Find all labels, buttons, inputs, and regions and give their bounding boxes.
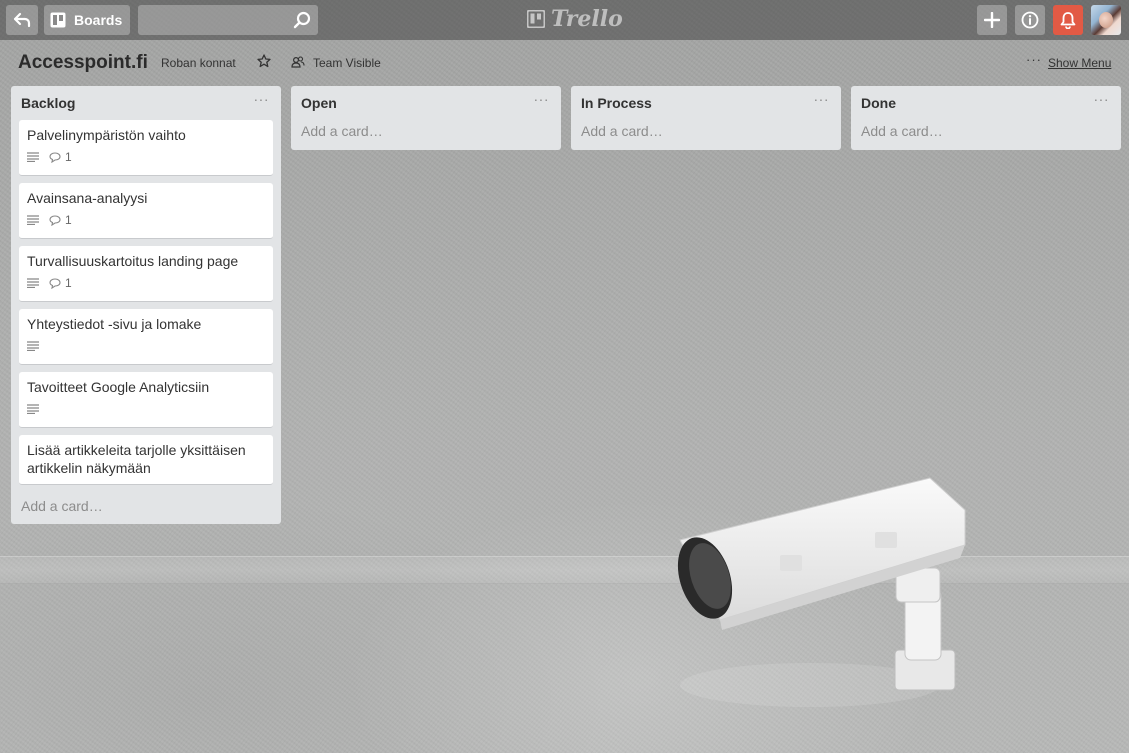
list-in-process: In Process ··· Add a card… [571, 86, 841, 150]
show-menu-link[interactable]: Show Menu [1048, 56, 1111, 70]
team-icon [291, 56, 305, 68]
add-card-link[interactable]: Add a card… [859, 120, 1113, 150]
comment-icon [49, 277, 61, 289]
comment-icon [49, 214, 61, 226]
list-header: Open ··· [299, 86, 553, 120]
top-header: Boards Trello [0, 0, 1129, 40]
card[interactable]: Tavoitteet Google Analyticsiin [19, 372, 273, 428]
comment-badge: 1 [49, 276, 72, 290]
trello-logo-icon [527, 10, 545, 28]
bell-icon [1060, 12, 1076, 29]
search-icon [294, 11, 311, 29]
add-card-link[interactable]: Add a card… [299, 120, 553, 150]
list-open: Open ··· Add a card… [291, 86, 561, 150]
card[interactable]: Turvallisuuskartoitus landing page 1 [19, 246, 273, 302]
list-header: Done ··· [859, 86, 1113, 120]
search-field[interactable] [138, 5, 319, 35]
description-icon [27, 215, 39, 225]
board-header: Accesspoint.fi Roban konnat Team Visible… [18, 50, 1118, 76]
card-badges: 1 [27, 149, 265, 165]
board-title[interactable]: Accesspoint.fi [18, 52, 148, 74]
comment-count: 1 [65, 276, 72, 290]
plus-icon [984, 12, 1000, 28]
card-badges: 1 [27, 275, 265, 291]
boards-label: Boards [74, 12, 123, 28]
list-header: Backlog ··· [19, 86, 273, 120]
user-avatar[interactable] [1091, 5, 1121, 35]
board-icon [50, 12, 66, 28]
search-input[interactable] [138, 5, 319, 35]
info-icon [1021, 11, 1039, 29]
list-done: Done ··· Add a card… [851, 86, 1121, 150]
card-title: Tavoitteet Google Analyticsiin [27, 379, 210, 395]
header-actions [977, 5, 1121, 35]
card-badges [27, 401, 265, 417]
card[interactable]: Palvelinympäristön vaihto 1 [19, 120, 273, 176]
board-visibility[interactable]: Team Visible [313, 56, 381, 70]
add-card-link[interactable]: Add a card… [579, 120, 833, 150]
list-title[interactable]: In Process [581, 95, 652, 111]
list-menu-icon[interactable]: ··· [1094, 91, 1110, 107]
star-icon[interactable] [257, 54, 271, 68]
card[interactable]: Avainsana-analyysi 1 [19, 183, 273, 239]
list-title[interactable]: Done [861, 95, 896, 111]
card[interactable]: Lisää artikkeleita tarjolle yksittäisen … [19, 435, 273, 485]
description-icon [27, 152, 39, 162]
card[interactable]: Yhteystiedot -sivu ja lomake [19, 309, 273, 365]
description-icon [27, 404, 39, 414]
description-icon [27, 278, 39, 288]
list-menu-icon[interactable]: ··· [814, 91, 830, 107]
list-backlog: Backlog ··· Palvelinympäristön vaihto 1 … [11, 86, 281, 524]
card-title: Yhteystiedot -sivu ja lomake [27, 316, 202, 332]
back-arrow-icon [13, 12, 31, 28]
trello-logo[interactable]: Trello [527, 6, 623, 32]
comment-count: 1 [65, 213, 72, 227]
card-title: Lisää artikkeleita tarjolle yksittäisen … [27, 442, 246, 476]
card-badges: 1 [27, 212, 265, 228]
board-organization[interactable]: Roban konnat [161, 56, 236, 70]
notifications-button[interactable] [1053, 5, 1083, 35]
comment-badge: 1 [49, 213, 72, 227]
add-button[interactable] [977, 5, 1007, 35]
list-menu-icon[interactable]: ··· [534, 91, 550, 107]
trello-logo-text: Trello [551, 6, 623, 32]
card-title: Avainsana-analyysi [27, 190, 148, 206]
list-title[interactable]: Open [301, 95, 337, 111]
menu-dots-icon[interactable]: ··· [1026, 52, 1042, 67]
add-card-link[interactable]: Add a card… [19, 492, 273, 524]
list-menu-icon[interactable]: ··· [254, 91, 270, 107]
back-button[interactable] [6, 5, 38, 35]
comment-icon [49, 151, 61, 163]
security-camera-image [677, 477, 966, 707]
boards-button[interactable]: Boards [44, 5, 131, 35]
list-header: In Process ··· [579, 86, 833, 120]
comment-badge: 1 [49, 150, 72, 164]
list-title[interactable]: Backlog [21, 95, 75, 111]
card-title: Palvelinympäristön vaihto [27, 127, 186, 143]
card-badges [27, 338, 265, 354]
comment-count: 1 [65, 150, 72, 164]
description-icon [27, 341, 39, 351]
info-button[interactable] [1015, 5, 1045, 35]
card-title: Turvallisuuskartoitus landing page [27, 253, 239, 269]
